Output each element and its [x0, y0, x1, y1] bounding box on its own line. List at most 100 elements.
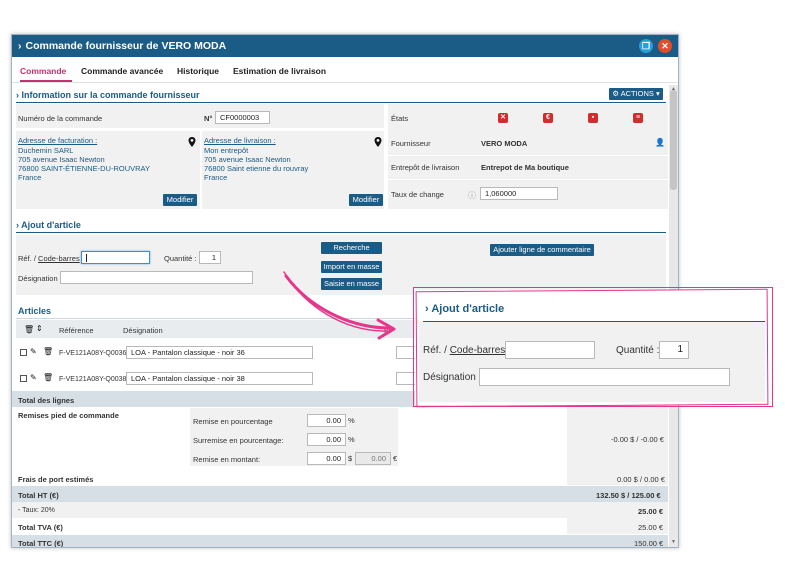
actions-label: ACTIONS — [620, 89, 654, 98]
modify-delivery-button[interactable]: Modifier — [349, 194, 383, 206]
total-ttc-label: Total TTC (€) — [18, 539, 64, 548]
cancel-state-icon[interactable]: ✕ — [498, 113, 508, 123]
actions-button[interactable]: ⚙ ACTIONS ▾ — [609, 88, 663, 100]
zoom-panel — [419, 322, 765, 402]
edit-icon[interactable]: ✎ — [30, 347, 37, 356]
trash-icon[interactable]: 🗑 — [43, 373, 53, 382]
delivery-address-link[interactable]: Adresse de livraison : — [204, 136, 276, 145]
map-pin-icon — [188, 137, 196, 147]
shipping-label: Frais de port estimés — [18, 475, 94, 484]
total-tva-value: 25.00 € — [638, 523, 664, 532]
zoom-ref-barcode-input[interactable] — [505, 341, 595, 359]
order-number-label: Numéro de la commande — [18, 114, 103, 123]
supplier-value: VERO MODA — [481, 139, 528, 148]
total-ht-row — [12, 486, 668, 502]
discount-amount-label: Remise en montant: — [193, 455, 261, 464]
quantity-label: Quantité : — [164, 254, 197, 263]
tabs-divider — [12, 82, 678, 83]
tab-commande-avancee[interactable]: Commande avancée — [81, 66, 163, 76]
dollar-sign: $ — [348, 454, 353, 463]
tax-rate-row — [12, 502, 668, 518]
info-section-divider — [16, 102, 666, 103]
tax-rate-value: 25.00 € — [638, 507, 664, 516]
scroll-thumb[interactable] — [670, 90, 677, 190]
add-article-divider — [16, 232, 666, 233]
discount-pct-label: Remise en pourcentage — [193, 417, 273, 426]
warehouse-label: Entrepôt de livraison — [391, 163, 460, 172]
exchange-rate-input[interactable]: 1,060000 — [480, 187, 558, 200]
quantity-input[interactable]: 1 — [199, 251, 221, 264]
chevron-right-icon: › — [16, 90, 19, 100]
add-comment-button[interactable]: Ajouter ligne de commentaire — [490, 244, 594, 256]
details-row-divider — [388, 155, 668, 156]
row-reference: F-VE121A08Y-Q0036 — [59, 350, 127, 357]
zoom-quantity-input[interactable]: 1 — [659, 341, 689, 359]
total-ht-label: Total HT (€) — [18, 491, 59, 500]
copy-window-button[interactable]: ❐ — [639, 39, 653, 53]
trash-icon[interactable]: 🗑 — [24, 325, 34, 334]
annotation-arrow-icon — [283, 271, 396, 340]
map-pin-icon — [374, 137, 382, 147]
discount-amount-input[interactable]: 0.00 — [307, 452, 346, 465]
truck-state-icon[interactable]: ▪ — [588, 113, 598, 123]
row-reference: F-VE121A08Y-Q0038 — [59, 376, 127, 383]
tab-commande[interactable]: Commande — [20, 66, 66, 76]
articles-title: Articles — [18, 306, 52, 316]
edit-icon[interactable]: ✎ — [30, 373, 37, 382]
billing-address-link[interactable]: Adresse de facturation : — [18, 136, 97, 145]
info-section-title-text: Information sur la commande fournisseur — [21, 90, 200, 100]
row-designation-input[interactable]: LOA - Pantalon classique - noir 38 — [126, 372, 313, 385]
euro-state-icon[interactable]: € — [543, 113, 553, 123]
total-ht-value: 132.50 $ / 125.00 € — [596, 491, 661, 500]
row-checkbox[interactable] — [20, 349, 27, 356]
window-title: Commande fournisseur de VERO MODA — [25, 40, 227, 52]
discount-pct-input[interactable]: 0.00 — [307, 414, 346, 427]
document-state-icon[interactable]: ≡ — [633, 113, 643, 123]
caret-down-icon: ▾ — [656, 89, 660, 98]
zoom-barcode-label: Code-barres — [449, 345, 506, 356]
tab-historique[interactable]: Historique — [177, 66, 219, 76]
chevron-right-icon: › — [18, 40, 22, 52]
user-icon[interactable]: 👤 — [655, 138, 665, 147]
euro-sign: € — [393, 454, 398, 463]
zoom-title-text: Ajout d'article — [431, 303, 505, 315]
details-row-divider — [388, 179, 668, 180]
billing-line-4: France — [18, 173, 42, 182]
ref-label: Réf. / Code-barres : — [18, 254, 84, 263]
states-label: États — [391, 114, 409, 123]
zoom-callout: › Ajout d'article Réf. / Code-barres : Q… — [413, 287, 773, 408]
info-icon[interactable]: ⓘ — [468, 190, 476, 201]
surcharge-input[interactable]: 0.00 — [307, 433, 346, 446]
scroll-down-icon[interactable]: ▼ — [669, 538, 678, 546]
designation-input[interactable] — [60, 271, 253, 284]
supplier-label: Fournisseur — [391, 139, 431, 148]
billing-line-1: Duchemin SARL — [18, 146, 74, 155]
delivery-address: Mon entrepôt 705 avenue Isaac Newton 768… — [204, 146, 308, 182]
no-label: N° — [204, 114, 213, 123]
order-number-input[interactable]: CF0000003 — [215, 111, 270, 124]
col-designation: Désignation — [123, 326, 163, 335]
tab-estimation-livraison[interactable]: Estimation de livraison — [233, 66, 326, 76]
close-window-button[interactable]: ✕ — [658, 39, 672, 53]
ref-barcode-input[interactable] — [81, 251, 150, 264]
modify-billing-button[interactable]: Modifier — [163, 194, 197, 206]
trash-icon[interactable]: 🗑 — [43, 347, 53, 356]
total-lines-label: Total des lignes — [18, 396, 75, 405]
delivery-line-4: France — [204, 173, 228, 182]
sort-icon[interactable]: ⇕ — [36, 324, 43, 333]
gear-icon: ⚙ — [612, 89, 619, 98]
zoom-designation-input[interactable] — [479, 368, 730, 386]
window-titlebar: › Commande fournisseur de VERO MODA — [12, 35, 678, 57]
discount-amount-converted: 0.00 — [355, 452, 391, 465]
total-ttc-row — [12, 535, 668, 547]
row-checkbox[interactable] — [20, 375, 27, 382]
search-button[interactable]: Recherche — [321, 242, 382, 254]
zoom-divider — [423, 321, 765, 322]
billing-line-2: 705 avenue Isaac Newton — [18, 155, 105, 164]
barcode-label: Code-barres — [38, 254, 80, 263]
zoom-quantity-label: Quantité : — [616, 345, 660, 356]
zoom-add-article-title: › Ajout d'article — [425, 303, 504, 315]
delivery-line-3: 76800 Saint etienne du rouvray — [204, 164, 309, 173]
discounts-total: -0.00 $ / -0.00 € — [611, 435, 664, 444]
total-ttc-value: 150.00 € — [634, 539, 664, 548]
